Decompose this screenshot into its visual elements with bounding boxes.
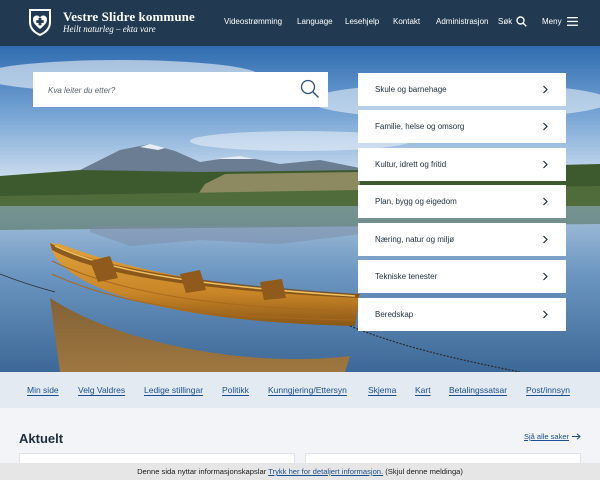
quicklink-kart[interactable]: Kart — [415, 385, 431, 395]
quicklink-betalingssatsar[interactable]: Betalingssatsar — [449, 385, 507, 395]
chevron-right-icon — [543, 85, 548, 94]
category-familie-helse-og-omsorg[interactable]: Familie, helse og omsorg — [358, 110, 566, 143]
nav-kontakt[interactable]: Kontakt — [393, 17, 420, 26]
quicklinks-bar: Min side Velg Valdres Ledige stillingar … — [0, 372, 600, 408]
category-beredskap[interactable]: Beredskap — [358, 298, 566, 331]
chevron-right-icon — [543, 197, 548, 206]
category-kultur-idrett-og-fritid[interactable]: Kultur, idrett og fritid — [358, 148, 566, 181]
quicklink-post-innsyn[interactable]: Post/innsyn — [526, 385, 570, 395]
cookie-info-link[interactable]: Trykk her for detaljert informasjon. — [268, 467, 383, 476]
quicklink-min-side[interactable]: Min side — [27, 385, 59, 395]
quicklink-skjema[interactable]: Skjema — [368, 385, 396, 395]
category-label: Kultur, idrett og fritid — [375, 160, 447, 169]
search-icon[interactable] — [516, 16, 527, 27]
nav-videostromming[interactable]: Videostrømming — [224, 17, 282, 26]
category-label: Plan, bygg og eigedom — [375, 197, 457, 206]
hamburger-icon[interactable] — [567, 17, 578, 26]
nav-administrasjon[interactable]: Administrasjon — [436, 17, 488, 26]
header-menu-label[interactable]: Meny — [542, 17, 562, 26]
category-tekniske-tenester[interactable]: Tekniske tenester — [358, 260, 566, 293]
category-label: Skule og barnehage — [375, 85, 447, 94]
category-label: Tekniske tenester — [375, 272, 438, 281]
site-tagline: Heilt naturleg – ekta vare — [63, 24, 156, 34]
category-label: Familie, helse og omsorg — [375, 122, 465, 131]
search-input[interactable] — [48, 82, 288, 98]
site-name[interactable]: Vestre Slidre kommune — [63, 9, 195, 25]
category-label: Beredskap — [375, 310, 414, 319]
category-naering-natur-og-miljo[interactable]: Næring, natur og miljø — [358, 223, 566, 256]
nav-language[interactable]: Language — [297, 17, 333, 26]
category-label: Næring, natur og miljø — [375, 235, 455, 244]
see-all-news-link[interactable]: Sjå alle saker — [524, 432, 569, 441]
chevron-right-icon — [543, 272, 548, 281]
chevron-right-icon — [543, 310, 548, 319]
arrow-right-icon[interactable] — [572, 433, 581, 440]
category-plan-bygg-og-eigedom[interactable]: Plan, bygg og eigedom — [358, 185, 566, 218]
chevron-right-icon — [543, 235, 548, 244]
municipality-logo-icon[interactable] — [24, 6, 56, 38]
category-skule-og-barnehage[interactable]: Skule og barnehage — [358, 73, 566, 106]
search-submit-icon[interactable] — [299, 78, 321, 100]
nav-lesehjelp[interactable]: Lesehjelp — [345, 17, 379, 26]
chevron-right-icon — [543, 160, 548, 169]
quicklink-velg-valdres[interactable]: Velg Valdres — [78, 385, 125, 395]
cookie-notice-bar: Denne sida nyttar informasjonskapslar Tr… — [0, 463, 600, 480]
cookie-notice-text: Denne sida nyttar informasjonskapslar — [137, 467, 269, 476]
cookie-hide-link[interactable]: (Skjul denne meldinga) — [383, 467, 463, 476]
quicklink-kunngjering-ettersyn[interactable]: Kunngjering/Ettersyn — [268, 385, 347, 395]
quicklink-ledige-stillingar[interactable]: Ledige stillingar — [144, 385, 203, 395]
quicklink-politikk[interactable]: Politikk — [222, 385, 249, 395]
news-section-title: Aktuelt — [19, 431, 64, 446]
header-search-label[interactable]: Søk — [498, 17, 512, 26]
site-header: Vestre Slidre kommune Heilt naturleg – e… — [0, 0, 600, 46]
search-box — [33, 72, 328, 107]
chevron-right-icon — [543, 122, 548, 131]
hero-banner: Skule og barnehage Familie, helse og oms… — [0, 46, 600, 372]
